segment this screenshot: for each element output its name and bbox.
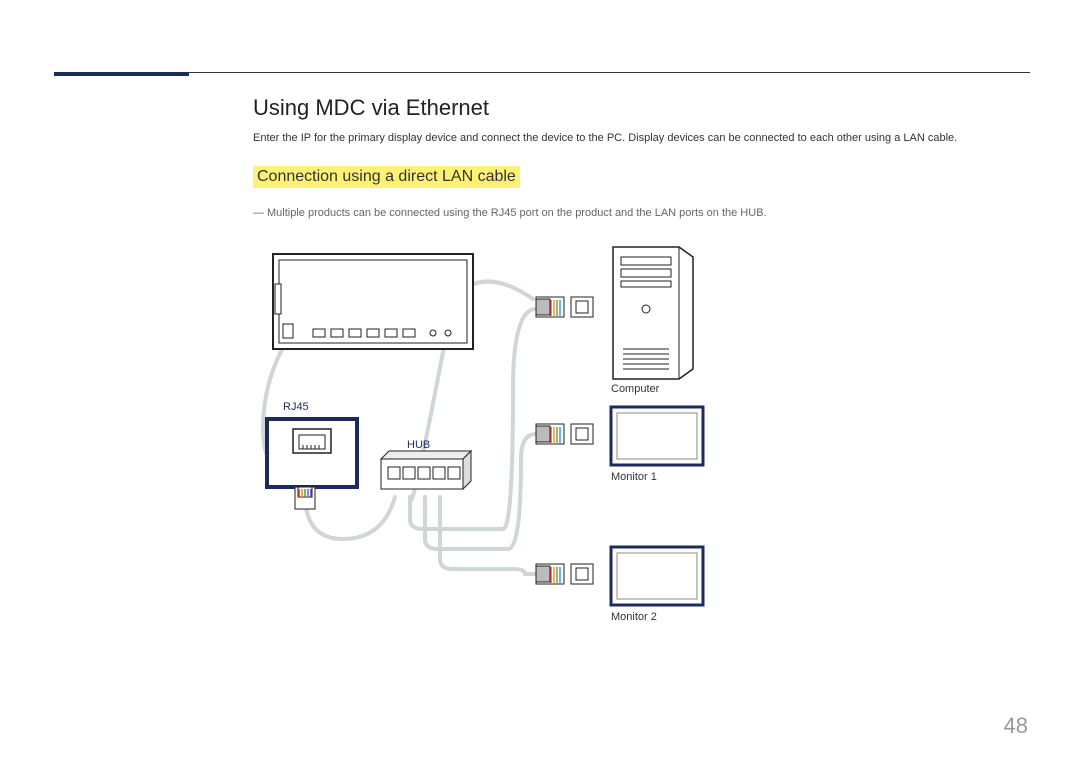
- hub-device: [381, 451, 471, 489]
- subsection-title: Connection using a direct LAN cable: [253, 166, 520, 188]
- label-computer: Computer: [611, 383, 659, 395]
- label-monitor1: Monitor 1: [611, 471, 657, 483]
- note-text: ― Multiple products can be connected usi…: [267, 207, 1033, 219]
- intro-text: Enter the IP for the primary display dev…: [253, 131, 1033, 146]
- label-rj45: RJ45: [283, 401, 309, 413]
- note-text-content: Multiple products can be connected using…: [267, 207, 767, 219]
- monitor-1: [611, 407, 703, 465]
- header-rule-accent: [54, 72, 189, 76]
- plug-monitor2: [536, 564, 593, 584]
- plug-monitor1: [536, 424, 593, 444]
- label-hub: HUB: [407, 439, 430, 451]
- page-number: 48: [1004, 713, 1028, 739]
- computer-tower: [613, 247, 693, 379]
- connection-diagram: RJ45 HUB Computer Monitor 1 Monitor 2: [253, 229, 713, 649]
- section-title: Using MDC via Ethernet: [253, 95, 1033, 121]
- device-back-panel: [273, 254, 473, 349]
- rj45-product: [267, 419, 357, 509]
- header-rule: [54, 72, 1030, 73]
- monitor-2: [611, 547, 703, 605]
- label-monitor2: Monitor 2: [611, 611, 657, 623]
- page-content: Using MDC via Ethernet Enter the IP for …: [253, 95, 1033, 649]
- note-dash-icon: ―: [253, 207, 264, 219]
- plug-computer: [536, 297, 593, 317]
